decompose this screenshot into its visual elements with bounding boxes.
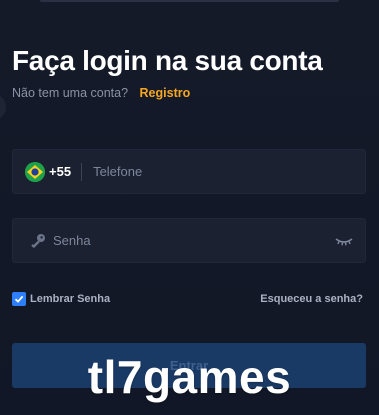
password-field[interactable]: Senha [12,218,366,263]
register-link[interactable]: Registro [140,86,191,100]
panel-top-edge [40,0,339,2]
remember-password[interactable]: Lembrar Senha [12,292,110,306]
register-prompt: Não tem uma conta? Registro [12,86,190,100]
page-title: Faça login na sua conta [12,45,323,76]
phone-input[interactable]: Telefone [93,164,142,179]
forgot-password-link[interactable]: Esqueceu a senha? [260,293,363,305]
dial-code[interactable]: +55 [49,164,71,179]
phone-field[interactable]: +55 Telefone [12,149,366,194]
side-tab[interactable] [0,94,6,120]
login-panel: Faça login na sua conta Não tem uma cont… [0,0,379,415]
key-icon [29,232,47,250]
password-input[interactable]: Senha [53,233,91,248]
no-account-text: Não tem uma conta? [12,86,129,100]
brazil-flag-icon[interactable] [25,161,45,182]
remember-checkbox[interactable] [12,292,26,306]
checkmark-icon [14,295,24,303]
eye-closed-icon[interactable] [335,233,353,249]
remember-label: Lembrar Senha [30,293,111,305]
field-divider [81,162,83,181]
login-button[interactable]: Entrar [12,343,366,388]
